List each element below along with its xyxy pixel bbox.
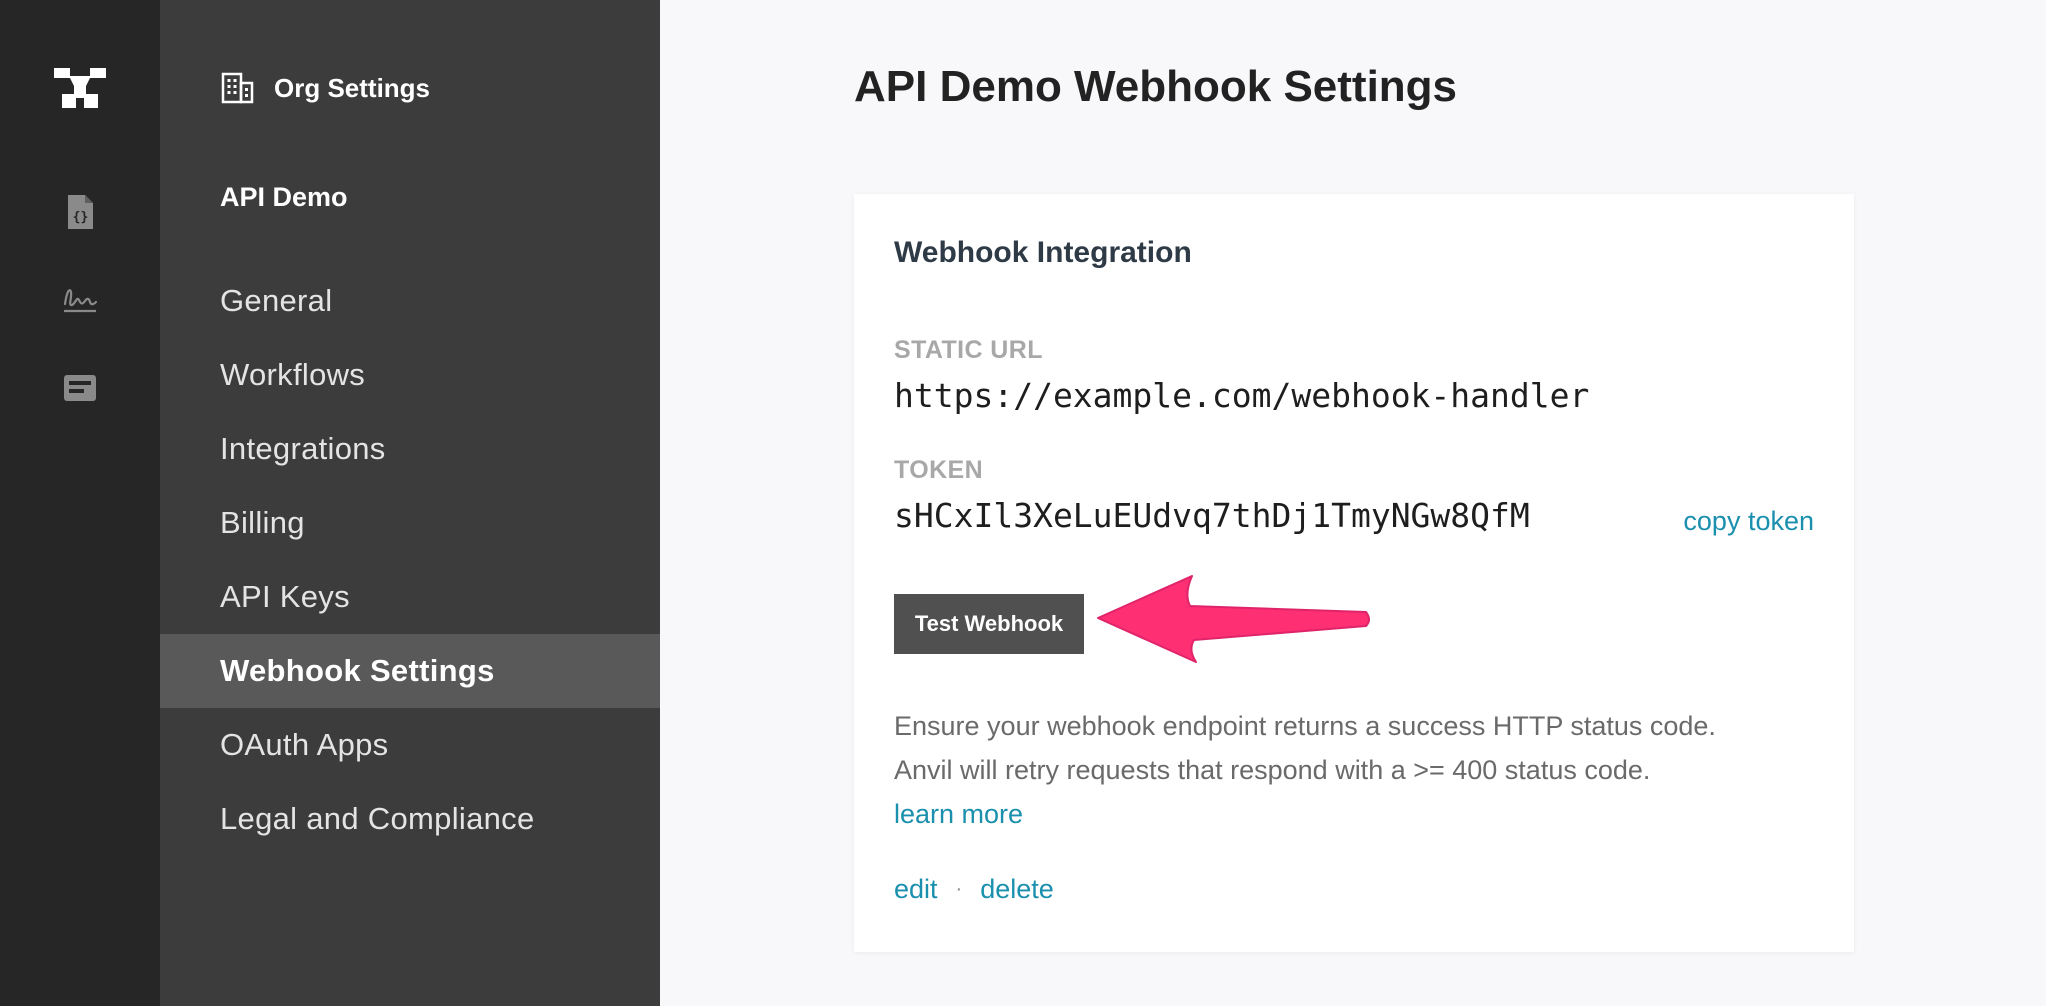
token-label: TOKEN <box>894 456 984 484</box>
copy-token-link[interactable]: copy token <box>1683 506 1814 537</box>
annotation-arrow-icon <box>1097 575 1370 663</box>
token-value: sHCxIl3XeLuEUdvq7thDj1TmyNGw8QfM <box>894 496 1530 535</box>
test-webhook-button[interactable]: Test Webhook <box>894 594 1084 654</box>
sidebar-item-general[interactable]: General <box>160 264 660 338</box>
org-settings-label: Org Settings <box>274 72 431 103</box>
svg-text:{}: {} <box>73 210 89 225</box>
edit-link[interactable]: edit <box>894 874 938 905</box>
card-actions: edit · delete <box>894 874 1054 905</box>
settings-nav: General Workflows Integrations Billing A… <box>160 264 660 856</box>
help-line-1: Ensure your webhook endpoint returns a s… <box>894 711 1716 741</box>
building-icon <box>221 72 254 104</box>
signature-icon[interactable] <box>60 280 100 320</box>
settings-sidebar: Org Settings API Demo General Workflows … <box>160 0 660 1006</box>
document-code-icon[interactable]: {} <box>60 192 100 232</box>
delete-link[interactable]: delete <box>980 874 1054 905</box>
sidebar-item-webhook-settings[interactable]: Webhook Settings <box>160 634 660 708</box>
static-url-label: STATIC URL <box>894 336 1043 364</box>
page-title: API Demo Webhook Settings <box>854 62 1458 111</box>
webhook-help-text: Ensure your webhook endpoint returns a s… <box>894 704 1716 836</box>
sidebar-item-legal-and-compliance[interactable]: Legal and Compliance <box>160 782 660 856</box>
sidebar-item-api-keys[interactable]: API Keys <box>160 560 660 634</box>
learn-more-link[interactable]: learn more <box>894 792 1716 836</box>
org-name: API Demo <box>220 182 348 212</box>
sidebar-item-oauth-apps[interactable]: OAuth Apps <box>160 708 660 782</box>
static-url-value: https://example.com/webhook-handler <box>894 376 1590 415</box>
anvil-logo-icon[interactable] <box>54 68 106 108</box>
sidebar-item-workflows[interactable]: Workflows <box>160 338 660 412</box>
icon-rail: {} <box>0 0 160 1006</box>
org-settings-header: Org Settings <box>220 70 430 106</box>
card-title: Webhook Integration <box>894 236 1192 269</box>
form-icon[interactable] <box>60 368 100 408</box>
help-line-2: Anvil will retry requests that respond w… <box>894 755 1651 785</box>
actions-separator: · <box>955 878 963 900</box>
sidebar-item-integrations[interactable]: Integrations <box>160 412 660 486</box>
sidebar-item-billing[interactable]: Billing <box>160 486 660 560</box>
